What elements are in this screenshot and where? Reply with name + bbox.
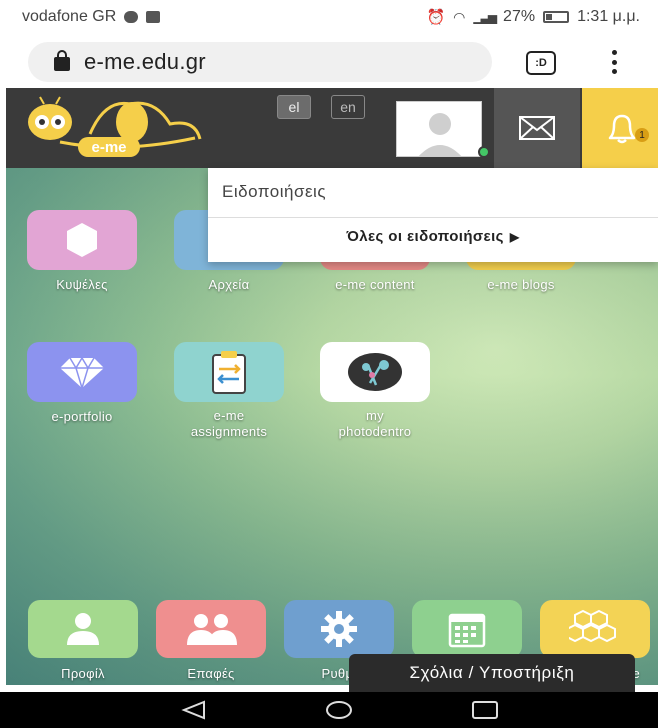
logo-text: e-me bbox=[91, 139, 126, 156]
app-label-line2: assignments bbox=[190, 424, 268, 439]
all-notifications-link[interactable]: Όλες οι ειδοποιήσεις ▶ bbox=[208, 228, 658, 245]
tray-hive-button[interactable] bbox=[540, 600, 650, 658]
carrier-label: vodafone GR bbox=[22, 8, 117, 25]
e-me-logo[interactable]: e-me bbox=[20, 94, 210, 160]
app-label: Κυψέλες bbox=[56, 277, 108, 292]
battery-percent: 27% bbox=[503, 8, 536, 25]
envelope-icon bbox=[519, 116, 555, 140]
app-label: e-me blogs bbox=[487, 277, 555, 292]
app-label: e-me content bbox=[335, 277, 415, 292]
app-label-line2: photodentro bbox=[338, 424, 412, 439]
profile-icon bbox=[67, 613, 99, 645]
app-tile-e-portfolio[interactable] bbox=[27, 342, 137, 402]
browser-menu-button[interactable] bbox=[612, 50, 618, 74]
tray-profile-button[interactable] bbox=[28, 600, 138, 658]
url-text: e-me.edu.gr bbox=[84, 49, 206, 74]
profile-button[interactable] bbox=[386, 88, 494, 168]
calendar-icon bbox=[448, 613, 486, 648]
online-indicator bbox=[478, 146, 490, 158]
app-label-line1: e-me bbox=[213, 408, 245, 423]
battery-icon bbox=[543, 11, 570, 23]
hexagon-icon bbox=[67, 223, 97, 257]
tray-contacts-button[interactable] bbox=[156, 600, 266, 658]
app-header: e-me el en 1 bbox=[6, 88, 658, 168]
hive-icon bbox=[569, 609, 616, 643]
address-bar[interactable]: e-me.edu.gr bbox=[28, 42, 492, 82]
messenger-icon bbox=[124, 11, 139, 23]
triangle-right-icon: ▶ bbox=[509, 230, 520, 244]
messages-button[interactable] bbox=[494, 88, 580, 168]
recent-apps-icon[interactable] bbox=[472, 701, 498, 719]
browser-toolbar: e-me.edu.gr :D bbox=[0, 34, 658, 88]
tray-calendar-button[interactable] bbox=[412, 600, 522, 658]
tray-label: Επαφές bbox=[187, 666, 235, 681]
app-label-multiline: e-me assignments bbox=[159, 408, 299, 440]
notifications-title: Ειδοποιήσεις bbox=[222, 182, 327, 201]
app-label: e-portfolio bbox=[51, 409, 113, 424]
status-bar: vodafone GR ⏰ ◠ ▁▃▅ 27% 1:31 μ.μ. bbox=[0, 0, 658, 34]
tab-switcher-button[interactable]: :D bbox=[526, 51, 556, 75]
contacts-icon bbox=[187, 614, 237, 645]
notifications-dropdown: Ειδοποιήσεις Όλες οι ειδοποιήσεις ▶ bbox=[208, 168, 658, 262]
divider bbox=[208, 217, 658, 218]
wifi-icon: ◠ bbox=[453, 8, 466, 25]
signal-icon: ▁▃▅ bbox=[473, 10, 497, 24]
home-icon[interactable] bbox=[326, 701, 352, 719]
tray-label: Προφίλ bbox=[61, 666, 105, 681]
app-label-multiline: my photodentro bbox=[305, 408, 445, 440]
app-tile-my-photodentro[interactable] bbox=[320, 342, 430, 402]
lang-el-button[interactable]: el bbox=[277, 95, 311, 119]
notification-count-badge: 1 bbox=[635, 128, 649, 142]
tray-settings-button[interactable] bbox=[284, 600, 394, 658]
assignments-icon bbox=[212, 351, 246, 394]
avatar bbox=[396, 101, 482, 157]
lock-icon bbox=[54, 50, 70, 71]
android-navigation-bar bbox=[0, 692, 658, 728]
lang-en-button[interactable]: en bbox=[331, 95, 365, 119]
all-notifications-label: Όλες οι ειδοποιήσεις bbox=[346, 228, 504, 245]
clock: 1:31 μ.μ. bbox=[577, 8, 640, 25]
back-icon[interactable] bbox=[180, 700, 208, 720]
app-label-line1: my bbox=[366, 408, 384, 423]
bell-icon bbox=[608, 114, 636, 144]
photodentro-icon bbox=[348, 353, 402, 391]
notifications-button[interactable]: 1 bbox=[582, 88, 658, 168]
gear-icon bbox=[321, 611, 357, 647]
feedback-support-button[interactable]: Σχόλια / Υποστήριξη bbox=[349, 654, 635, 692]
facebook-icon bbox=[146, 11, 161, 23]
app-tile-kypseles[interactable] bbox=[27, 210, 137, 270]
alarm-icon: ⏰ bbox=[426, 9, 446, 26]
diamond-icon bbox=[60, 356, 104, 390]
app-tile-e-me-assignments[interactable] bbox=[174, 342, 284, 402]
app-label: Αρχεία bbox=[208, 277, 250, 292]
